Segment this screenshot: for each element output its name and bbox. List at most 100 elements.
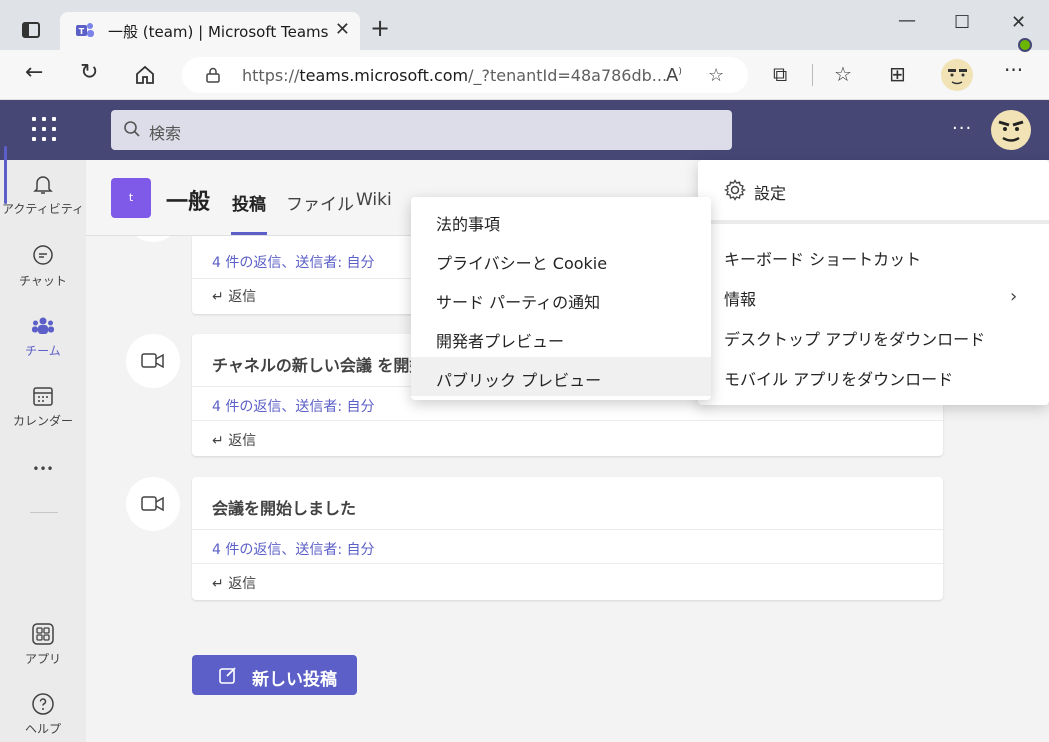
submenu-item-legal[interactable]: 法的事項	[411, 201, 711, 240]
rail-active-indicator	[4, 146, 7, 204]
rail-label-teams: チーム	[25, 344, 61, 358]
settings-menu: 設定 キーボード ショートカット 情報 デスクトップ アプリをダウンロード モバ…	[698, 160, 1049, 405]
calendar-icon	[33, 387, 53, 406]
info-submenu: 法的事項 プライバシーと Cookie サード パーティの通知 開発者プレビュー…	[411, 197, 711, 400]
rail-item-apps[interactable]: アプリ	[0, 610, 86, 674]
menu-item-info[interactable]: 情報	[698, 286, 1049, 310]
rail-label-chat: チャット	[19, 274, 67, 288]
tab-wiki[interactable]: Wiki	[356, 190, 392, 210]
compose-icon	[219, 667, 236, 684]
rail-more-button[interactable]: •••	[0, 460, 86, 490]
video-meeting-icon	[141, 496, 164, 512]
new-post-label: 新しい投稿	[252, 670, 337, 690]
search-input[interactable]: 検索	[111, 110, 732, 150]
chat-icon	[33, 245, 53, 265]
back-button[interactable]: ←	[25, 62, 43, 84]
help-icon	[32, 693, 54, 715]
team-avatar[interactable]: t	[111, 178, 151, 218]
teams-logo-icon: T	[76, 23, 94, 37]
profile-avatar[interactable]	[941, 59, 973, 91]
teams-header: 検索 ···	[0, 100, 1049, 160]
toolbar-divider	[812, 64, 813, 86]
presence-available-icon	[1018, 38, 1032, 52]
rail-item-help[interactable]: ヘルプ	[0, 680, 86, 742]
maximize-button[interactable]: ☐	[954, 12, 970, 33]
post-replies-link[interactable]: 4 件の返信、送信者: 自分	[212, 252, 375, 272]
submenu-item-third-party[interactable]: サード パーティの通知	[411, 279, 711, 318]
channel-name: 一般	[166, 190, 211, 215]
tab-files[interactable]: ファイル	[286, 190, 354, 215]
url-text: https://teams.microsoft.com/_?tenantId=4…	[242, 66, 668, 85]
collections-icon[interactable]: ⊞	[889, 64, 906, 84]
home-button[interactable]	[134, 64, 156, 86]
rail-item-teams[interactable]: チーム	[0, 302, 86, 366]
rail-label-apps: アプリ	[24, 652, 61, 666]
reply-button[interactable]: ↵ 返信	[212, 573, 256, 593]
lock-icon[interactable]	[206, 67, 220, 83]
rail-label-help: ヘルプ	[24, 722, 61, 736]
tab-title: 一般 (team) | Microsoft Teams	[108, 23, 329, 41]
menu-label-settings: 設定	[754, 184, 787, 203]
app-rail: アクティビティ チャット チーム カレンダー ••• アプリ ヘルプ	[0, 160, 86, 742]
rail-item-activity[interactable]: アクティビティ	[0, 160, 86, 224]
gear-icon	[724, 179, 746, 201]
search-icon	[124, 121, 140, 137]
post-avatar	[126, 477, 180, 531]
submenu-item-public-preview[interactable]: パブリック プレビュー	[411, 357, 711, 396]
teams-icon	[32, 317, 54, 334]
close-tab-icon[interactable]: ✕	[335, 19, 350, 40]
browser-toolbar: ← ↻ https://teams.microsoft.com/_?tenant…	[0, 50, 1049, 100]
video-meeting-icon	[141, 353, 164, 369]
rail-label-calendar: カレンダー	[12, 414, 73, 428]
browser-titlebar: T 一般 (team) | Microsoft Teams ✕ + — ☐ ✕	[0, 0, 1049, 50]
rail-divider	[30, 512, 58, 513]
svg-text:T: T	[79, 27, 85, 36]
refresh-button[interactable]: ↻	[80, 62, 98, 84]
menu-label-desktop: デスクトップ アプリをダウンロード	[724, 330, 986, 349]
user-avatar[interactable]	[991, 110, 1031, 150]
extensions-icon[interactable]: ⧉	[773, 64, 787, 84]
bell-icon	[33, 176, 53, 194]
post-title: 会議を開始しました	[212, 499, 357, 518]
tab-actions-icon[interactable]	[22, 22, 40, 38]
menu-item-download-mobile[interactable]: モバイル アプリをダウンロード	[698, 366, 1049, 390]
post-divider	[192, 529, 943, 530]
favorites-icon[interactable]: ☆	[834, 64, 852, 84]
add-favorite-icon[interactable]: ☆	[708, 65, 724, 86]
browser-tab[interactable]: T 一般 (team) | Microsoft Teams ✕	[60, 12, 360, 50]
reply-button[interactable]: ↵ 返信	[212, 286, 256, 306]
reply-button[interactable]: ↵ 返信	[212, 430, 256, 450]
post-divider	[192, 563, 943, 564]
new-post-button[interactable]: 新しい投稿	[192, 655, 357, 695]
apps-icon	[32, 623, 54, 645]
rail-label-activity: アクティビティ	[2, 202, 84, 216]
chevron-right-icon: ›	[1010, 286, 1018, 307]
rail-item-calendar[interactable]: カレンダー	[0, 372, 86, 436]
browser-menu-button[interactable]: ···	[1004, 60, 1023, 80]
menu-item-keyboard-shortcuts[interactable]: キーボード ショートカット	[698, 246, 1049, 270]
post-replies-link[interactable]: 4 件の返信、送信者: 自分	[212, 539, 375, 559]
post-replies-link[interactable]: 4 件の返信、送信者: 自分	[212, 396, 375, 416]
new-tab-button[interactable]: +	[370, 16, 390, 40]
menu-item-settings[interactable]: 設定	[698, 179, 1049, 203]
minimize-button[interactable]: —	[898, 10, 916, 31]
tab-posts[interactable]: 投稿	[232, 190, 266, 215]
read-aloud-icon[interactable]: A)	[666, 65, 682, 86]
app-launcher-icon[interactable]	[32, 117, 56, 141]
search-placeholder: 検索	[149, 124, 182, 143]
submenu-item-developer-preview[interactable]: 開発者プレビュー	[411, 318, 711, 357]
settings-more-button[interactable]: ···	[952, 118, 972, 139]
menu-label-info: 情報	[724, 290, 757, 309]
menu-label-keyboard: キーボード ショートカット	[724, 250, 922, 269]
close-window-button[interactable]: ✕	[1011, 12, 1026, 33]
menu-label-mobile: モバイル アプリをダウンロード	[724, 370, 954, 389]
post-card: 会議を開始しました 4 件の返信、送信者: 自分 ↵ 返信	[192, 477, 943, 600]
menu-item-download-desktop[interactable]: デスクトップ アプリをダウンロード	[698, 326, 1049, 350]
post-title: チャネルの新しい会議 を開始	[212, 356, 426, 375]
rail-item-chat[interactable]: チャット	[0, 232, 86, 296]
address-bar[interactable]: https://teams.microsoft.com/_?tenantId=4…	[182, 57, 748, 93]
post-avatar	[126, 334, 180, 388]
post-divider	[192, 420, 943, 421]
menu-divider	[698, 220, 1049, 224]
submenu-item-privacy[interactable]: プライバシーと Cookie	[411, 240, 711, 279]
